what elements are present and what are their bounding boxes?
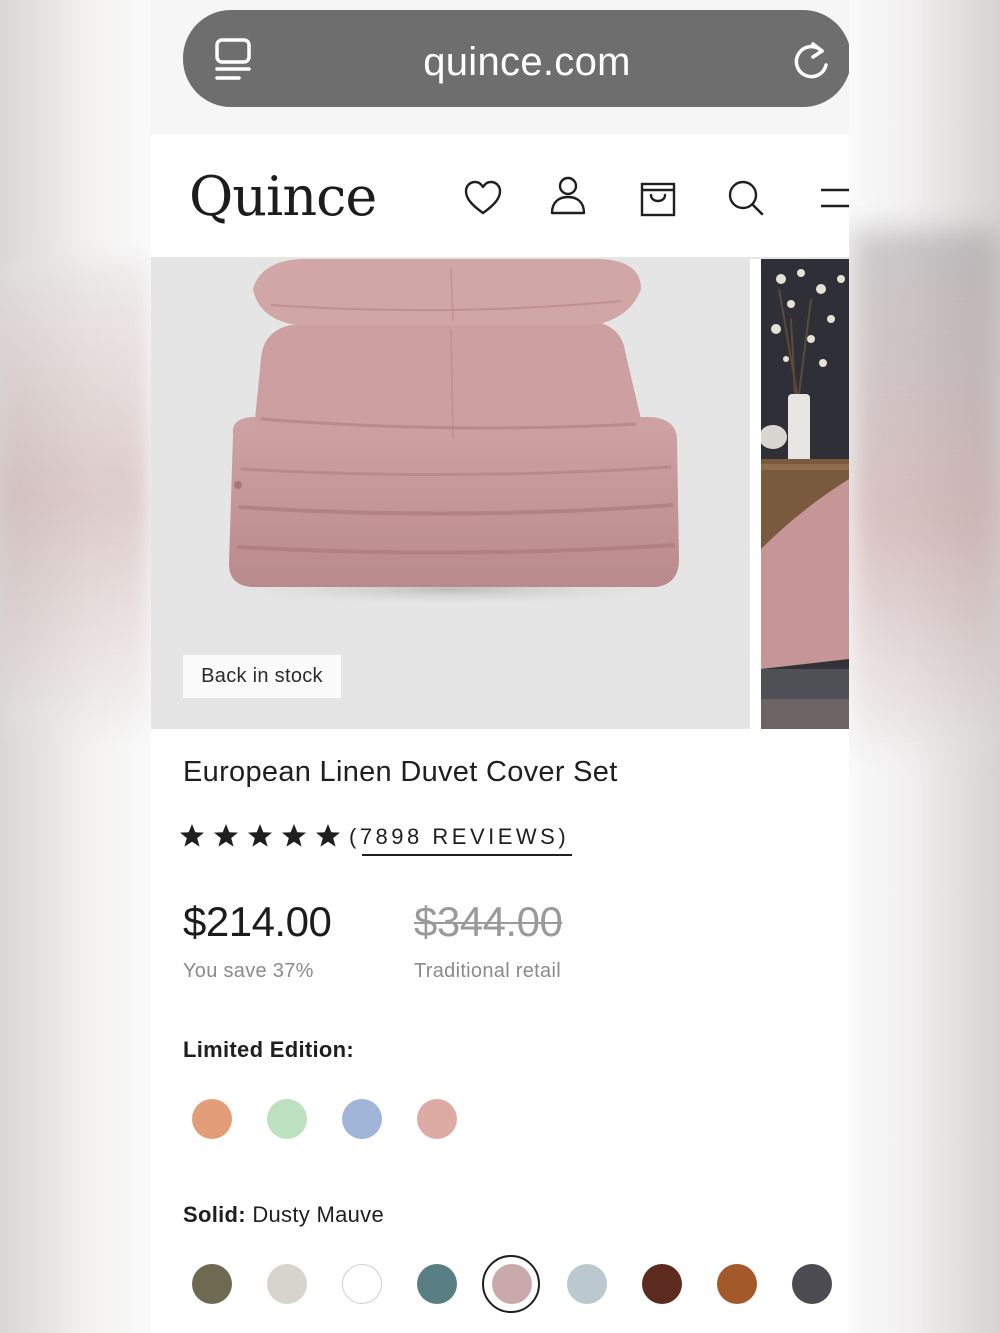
background-blur-left: [0, 260, 150, 730]
savings-note: You save 37%: [183, 960, 314, 982]
sale-price: $214.00: [183, 898, 332, 945]
reviews-underline: [362, 854, 572, 856]
background-blur-right: [850, 230, 1000, 750]
product-image-main[interactable]: Back in stock: [151, 259, 750, 729]
solid-swatch[interactable]: [417, 1264, 457, 1304]
heart-icon[interactable]: [463, 178, 503, 218]
solid-swatch[interactable]: [192, 1264, 232, 1304]
search-icon[interactable]: [726, 178, 766, 218]
limited-swatch[interactable]: [342, 1099, 382, 1139]
limited-swatch[interactable]: [417, 1099, 457, 1139]
product-image-next[interactable]: [761, 259, 849, 729]
solid-color-label: Solid: Dusty Mauve: [183, 1202, 384, 1228]
reviews-link[interactable]: (7898 REVIEWS): [349, 824, 569, 850]
solid-swatch[interactable]: [642, 1264, 682, 1304]
site-header: Quince: [151, 135, 849, 259]
solid-swatch[interactable]: [492, 1264, 532, 1304]
back-in-stock-badge: Back in stock: [183, 655, 341, 698]
solid-swatch[interactable]: [267, 1264, 307, 1304]
solid-swatch[interactable]: [792, 1264, 832, 1304]
address-bar[interactable]: quince.com: [183, 10, 849, 107]
solid-swatch[interactable]: [717, 1264, 757, 1304]
limited-swatch[interactable]: [192, 1099, 232, 1139]
retail-label: Traditional retail: [414, 960, 561, 982]
limited-swatch[interactable]: [267, 1099, 307, 1139]
quince-logo[interactable]: Quince: [189, 165, 377, 228]
product-title: European Linen Duvet Cover Set: [183, 756, 618, 788]
solid-swatch[interactable]: [342, 1264, 382, 1304]
menu-icon[interactable]: [819, 178, 849, 218]
solid-swatch[interactable]: [567, 1264, 607, 1304]
url-text[interactable]: quince.com: [183, 40, 849, 85]
browser-toolbar: quince.com: [151, 0, 849, 135]
solid-label-prefix: Solid:: [183, 1202, 246, 1227]
limited-edition-label: Limited Edition:: [183, 1037, 355, 1062]
retail-price: $344.00: [414, 898, 563, 945]
phone-screen: quince.com Quince Back in stock European…: [151, 0, 849, 1333]
product-gallery[interactable]: Back in stock: [151, 259, 849, 729]
bedroom-scene-illustration: [761, 259, 849, 729]
account-icon[interactable]: [548, 175, 588, 215]
reload-icon[interactable]: [791, 40, 833, 82]
selected-color-name: Dusty Mauve: [252, 1202, 385, 1227]
star-rating: [180, 824, 340, 847]
bag-icon[interactable]: [638, 178, 678, 218]
five-stars-icon: [180, 824, 340, 847]
